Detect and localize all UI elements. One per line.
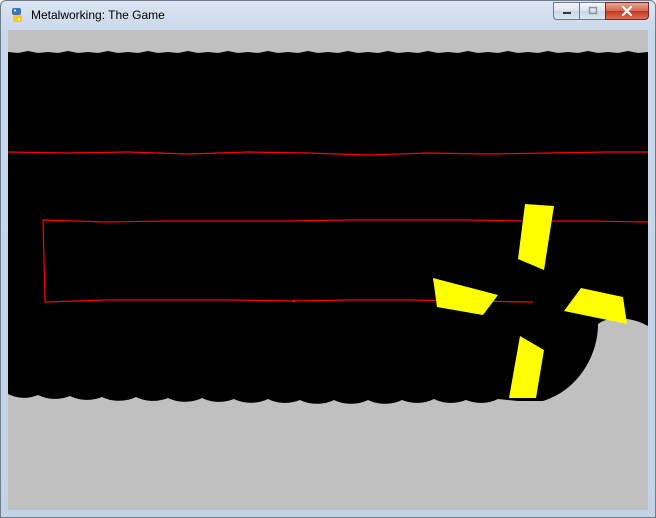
minimize-button[interactable]	[553, 2, 579, 20]
close-button[interactable]	[605, 2, 649, 20]
game-window: Metalworking: The Game	[0, 0, 656, 518]
window-controls	[553, 2, 649, 21]
title-bar[interactable]: Metalworking: The Game	[1, 1, 655, 30]
close-icon	[621, 5, 633, 17]
game-scene	[8, 30, 648, 510]
game-canvas[interactable]	[8, 30, 648, 510]
maximize-button[interactable]	[579, 2, 605, 20]
python-app-icon	[9, 7, 25, 23]
maximize-icon	[588, 6, 597, 15]
cut-marker	[292, 299, 296, 303]
minimize-icon	[562, 12, 571, 14]
window-title: Metalworking: The Game	[31, 8, 165, 22]
metal-workpiece	[8, 51, 648, 404]
